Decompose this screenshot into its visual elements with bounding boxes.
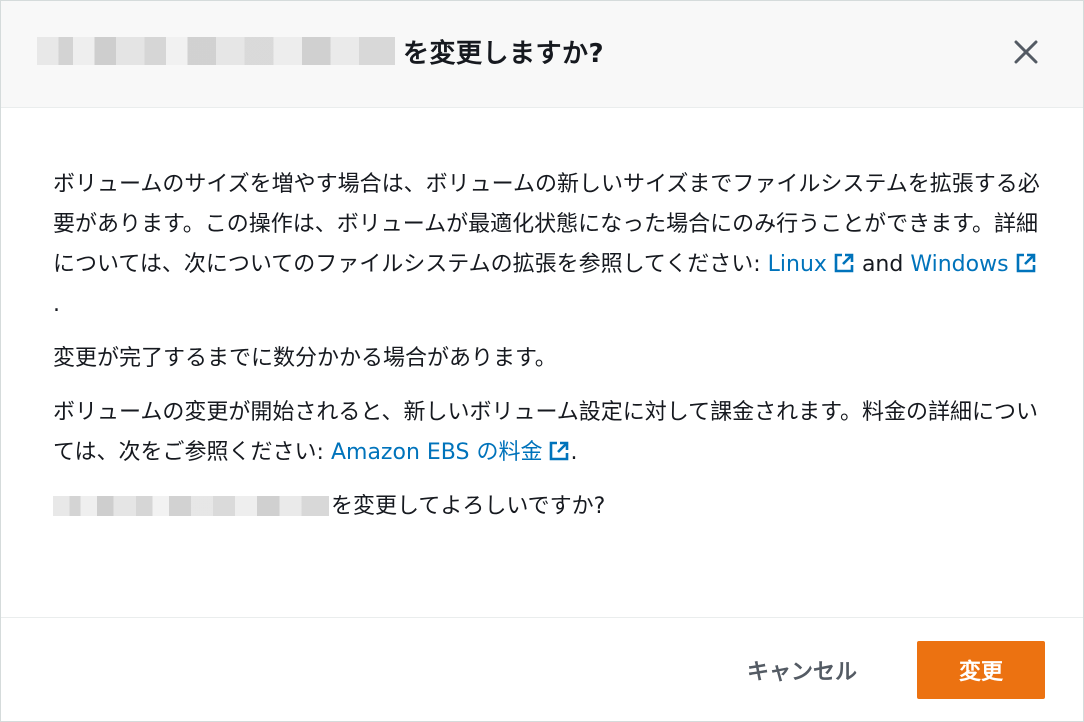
duration-paragraph: 変更が完了するまでに数分かかる場合があります。 [53, 346, 557, 371]
cancel-button[interactable]: キャンセル [725, 641, 879, 699]
dialog-title-text: を変更しますか? [403, 38, 605, 69]
para3-end: . [570, 440, 578, 465]
dialog-header: を変更しますか? [1, 1, 1083, 108]
linux-docs-link[interactable]: Linux [768, 252, 855, 277]
dialog-title: を変更しますか? [37, 31, 604, 71]
dialog-body: ボリュームのサイズを増やす場合は、ボリュームの新しいサイズまでファイルシステムを… [53, 165, 1043, 541]
and-text: and [854, 252, 911, 277]
confirm-question-paragraph: を変更してよろしいですか? [53, 487, 1043, 527]
billing-paragraph: ボリュームの変更が開始されると、新しいボリューム設定に対して課金されます。料金の… [53, 393, 1043, 473]
external-link-icon [550, 441, 569, 461]
footer-divider [1, 617, 1083, 618]
modify-volume-dialog: を変更しますか? ボリュームのサイズを増やす場合は、ボリュームの新しいサイズまで… [0, 0, 1084, 722]
linux-link-label: Linux [767, 252, 827, 277]
external-link-icon [834, 253, 854, 273]
filesystem-extend-paragraph: ボリュームのサイズを増やす場合は、ボリュームの新しいサイズまでファイルシステムを… [53, 165, 1043, 325]
redacted-volume-id [37, 37, 395, 65]
modify-button[interactable]: 変更 [917, 641, 1045, 699]
windows-link-label: Windows [910, 252, 1009, 277]
close-icon [1014, 40, 1038, 64]
redacted-volume-id-inline [53, 496, 329, 516]
para1-end: . [53, 292, 60, 317]
external-link-icon [1016, 253, 1035, 273]
confirm-question-text: を変更してよろしいですか? [331, 494, 606, 519]
pricing-link-label: Amazon EBS の料金 [330, 440, 543, 465]
windows-docs-link[interactable]: Windows [910, 252, 1036, 277]
ebs-pricing-link[interactable]: Amazon EBS の料金 [331, 440, 570, 465]
close-button[interactable] [1009, 35, 1043, 69]
